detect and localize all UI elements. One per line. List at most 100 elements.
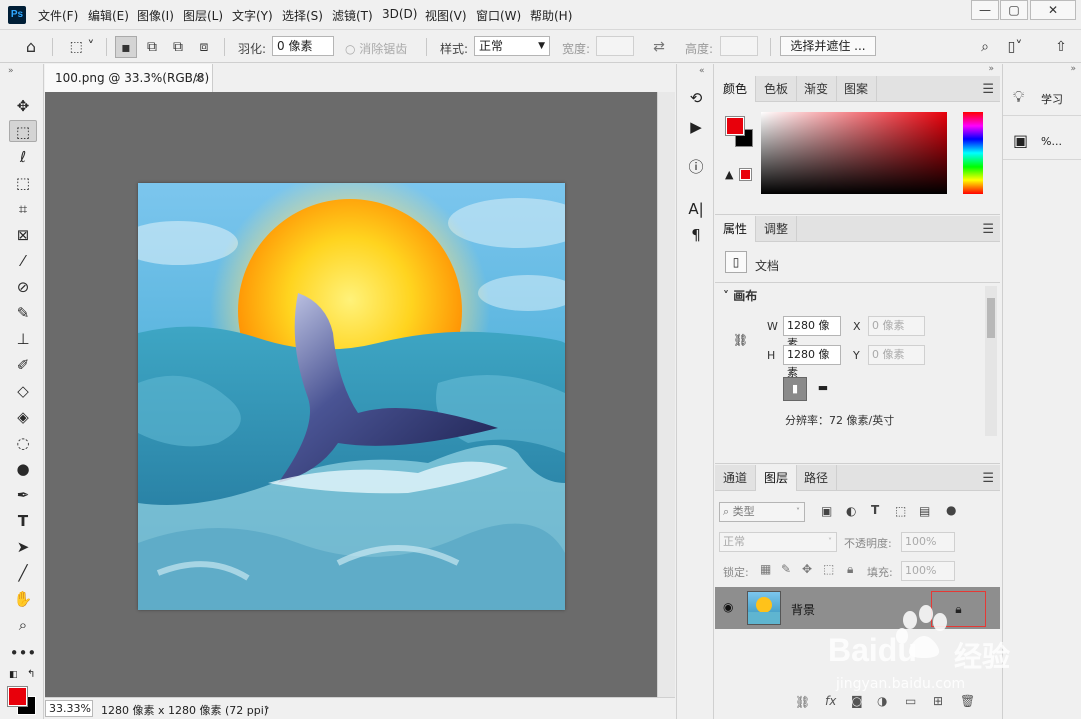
paint-bucket-tool-icon[interactable]: ◈ [9,406,37,428]
width-input[interactable] [596,36,634,56]
lasso-tool-icon[interactable]: ℓ [9,146,37,168]
tab-gradients[interactable]: 渐变 [796,76,838,102]
link-layers-icon[interactable]: ⛓ [795,695,810,709]
tab-color[interactable]: 颜色 [715,76,757,102]
layer-filter-select[interactable]: ⌕ 类型 ˅ [719,502,805,522]
canvas-section-toggle[interactable]: ˅ 画布 [723,287,757,304]
eyedropper-tool-icon[interactable]: ⁄ [9,250,37,272]
zoom-input[interactable]: 33.33% [45,700,93,717]
type-tool-icon[interactable]: T [9,510,37,532]
add-selection-icon[interactable]: ⧉ [141,36,163,58]
search-icon[interactable]: ⌕ [974,36,996,58]
canvas-area[interactable] [45,92,657,697]
brush-tool-icon[interactable]: ✎ [9,302,37,324]
lock-all-icon[interactable]: 🔒︎ [847,562,853,577]
menu-item[interactable]: 图像(I) [137,7,174,24]
height-input[interactable] [720,36,758,56]
menu-item[interactable]: 窗口(W) [476,7,521,24]
foreground-color-swatch[interactable] [725,116,745,136]
tab-swatches[interactable]: 色板 [756,76,798,102]
menu-item[interactable]: 视图(V) [425,7,467,24]
marquee-tool-icon[interactable]: ⬚ [9,120,37,142]
swap-colors-icon[interactable]: ↰ [27,669,35,680]
move-tool-icon[interactable]: ✥ [9,95,37,117]
document-tab[interactable]: 100.png @ 33.3%(RGB/8) × [45,64,213,92]
fill-input[interactable]: 100% [901,561,955,581]
dodge-tool-icon[interactable]: ● [9,458,37,480]
minimize-button[interactable]: — [971,0,999,20]
tab-properties[interactable]: 属性 [715,216,757,242]
zoom-tool-icon[interactable]: ⌕ [9,614,37,636]
blur-tool-icon[interactable]: ◌ [9,432,37,454]
feather-input[interactable]: 0 像素 [272,36,334,56]
close-button[interactable]: ✕ [1030,0,1076,20]
opacity-input[interactable]: 100% [901,532,955,552]
color-field[interactable] [761,112,947,194]
frame-tool-icon[interactable]: ⊠ [9,224,37,246]
share-icon[interactable]: ⇧ [1050,36,1072,58]
paragraph-icon[interactable]: ¶ [685,224,707,246]
subtract-selection-icon[interactable]: ⧉ [167,36,189,58]
tab-channels[interactable]: 通道 [715,465,757,491]
panel-menu-icon[interactable]: ☰ [982,471,994,486]
history-icon[interactable]: ⟲ [685,87,707,109]
lock-artboard-icon[interactable]: ⬚ [823,562,834,576]
menu-item[interactable]: 滤镜(T) [332,7,373,24]
antialias-checkbox[interactable]: ○ 消除锯齿 [345,40,407,57]
lock-position-icon[interactable]: ✥ [802,562,812,576]
style-select[interactable]: 正常 ▼ [474,36,550,56]
menu-item[interactable]: 图层(L) [183,7,223,24]
pen-tool-icon[interactable]: ✒ [9,484,37,506]
menu-item[interactable]: 编辑(E) [88,7,129,24]
more-tools-icon[interactable]: ••• [9,642,37,664]
stamp-tool-icon[interactable]: ⊥ [9,328,37,350]
landscape-icon[interactable]: ▬ [811,377,835,401]
swap-icon[interactable]: ⇄ [648,36,670,58]
vertical-scrollbar[interactable] [657,92,675,697]
filter-pixel-icon[interactable]: ▣ [821,504,832,518]
restore-button[interactable]: ▢ [1000,0,1028,20]
menu-item[interactable]: 选择(S) [282,7,323,24]
link-icon[interactable]: ⛓ [733,333,748,347]
menu-item[interactable]: 3D(D) [382,7,417,21]
actions-play-icon[interactable]: ▶ [685,116,707,138]
hand-tool-icon[interactable]: ✋ [9,588,37,610]
properties-scrollbar[interactable] [985,286,997,436]
learn-item[interactable]: 💡︎ 学习 [1003,80,1081,116]
panel-menu-icon[interactable]: ☰ [982,222,994,237]
new-selection-icon[interactable]: ▪ [115,36,137,58]
path-select-tool-icon[interactable]: ➤ [9,536,37,558]
collapse-icon[interactable]: » [1070,64,1076,74]
healing-brush-tool-icon[interactable]: ⊘ [9,276,37,298]
panel-menu-icon[interactable]: ☰ [982,82,994,97]
tab-paths[interactable]: 路径 [796,465,838,491]
close-tab-icon[interactable]: × [194,64,204,92]
foreground-color-swatch[interactable] [7,686,28,707]
canvas-y-input[interactable]: 0 像素 [868,345,925,365]
intersect-selection-icon[interactable]: ⧈ [193,36,215,58]
menu-item[interactable]: 文件(F) [38,7,78,24]
info-icon[interactable]: ⓘ [685,156,707,178]
character-icon[interactable]: A| [685,198,707,220]
hue-slider[interactable] [963,112,983,194]
line-tool-icon[interactable]: ╱ [9,562,37,584]
collapse-icon[interactable]: » [8,66,14,76]
menu-item[interactable]: 帮助(H) [530,7,572,24]
filter-adjustment-icon[interactable]: ◐ [846,504,856,518]
collapse-icon[interactable]: » [988,64,994,74]
libraries-item[interactable]: ▣ %... [1003,124,1081,160]
crop-tool-icon[interactable]: ⌗ [9,198,37,220]
object-select-tool-icon[interactable]: ⬚ [9,172,37,194]
canvas-height-input[interactable]: 1280 像素 [783,345,841,379]
default-colors-icon[interactable]: ◧ [9,670,18,680]
lock-image-icon[interactable]: ✎ [781,562,791,576]
menu-item[interactable]: 文字(Y) [232,7,273,24]
canvas-width-input[interactable]: 1280 像素 [783,316,841,350]
portrait-icon[interactable]: ▮ [783,377,807,401]
filter-type-icon[interactable]: T [871,503,879,517]
tab-layers[interactable]: 图层 [756,465,798,491]
filter-toggle-icon[interactable]: ● [946,503,956,517]
expand-icon[interactable]: « [699,66,705,76]
home-icon[interactable]: ⌂ [20,36,42,58]
visibility-eye-icon[interactable]: ◉ [723,600,733,614]
